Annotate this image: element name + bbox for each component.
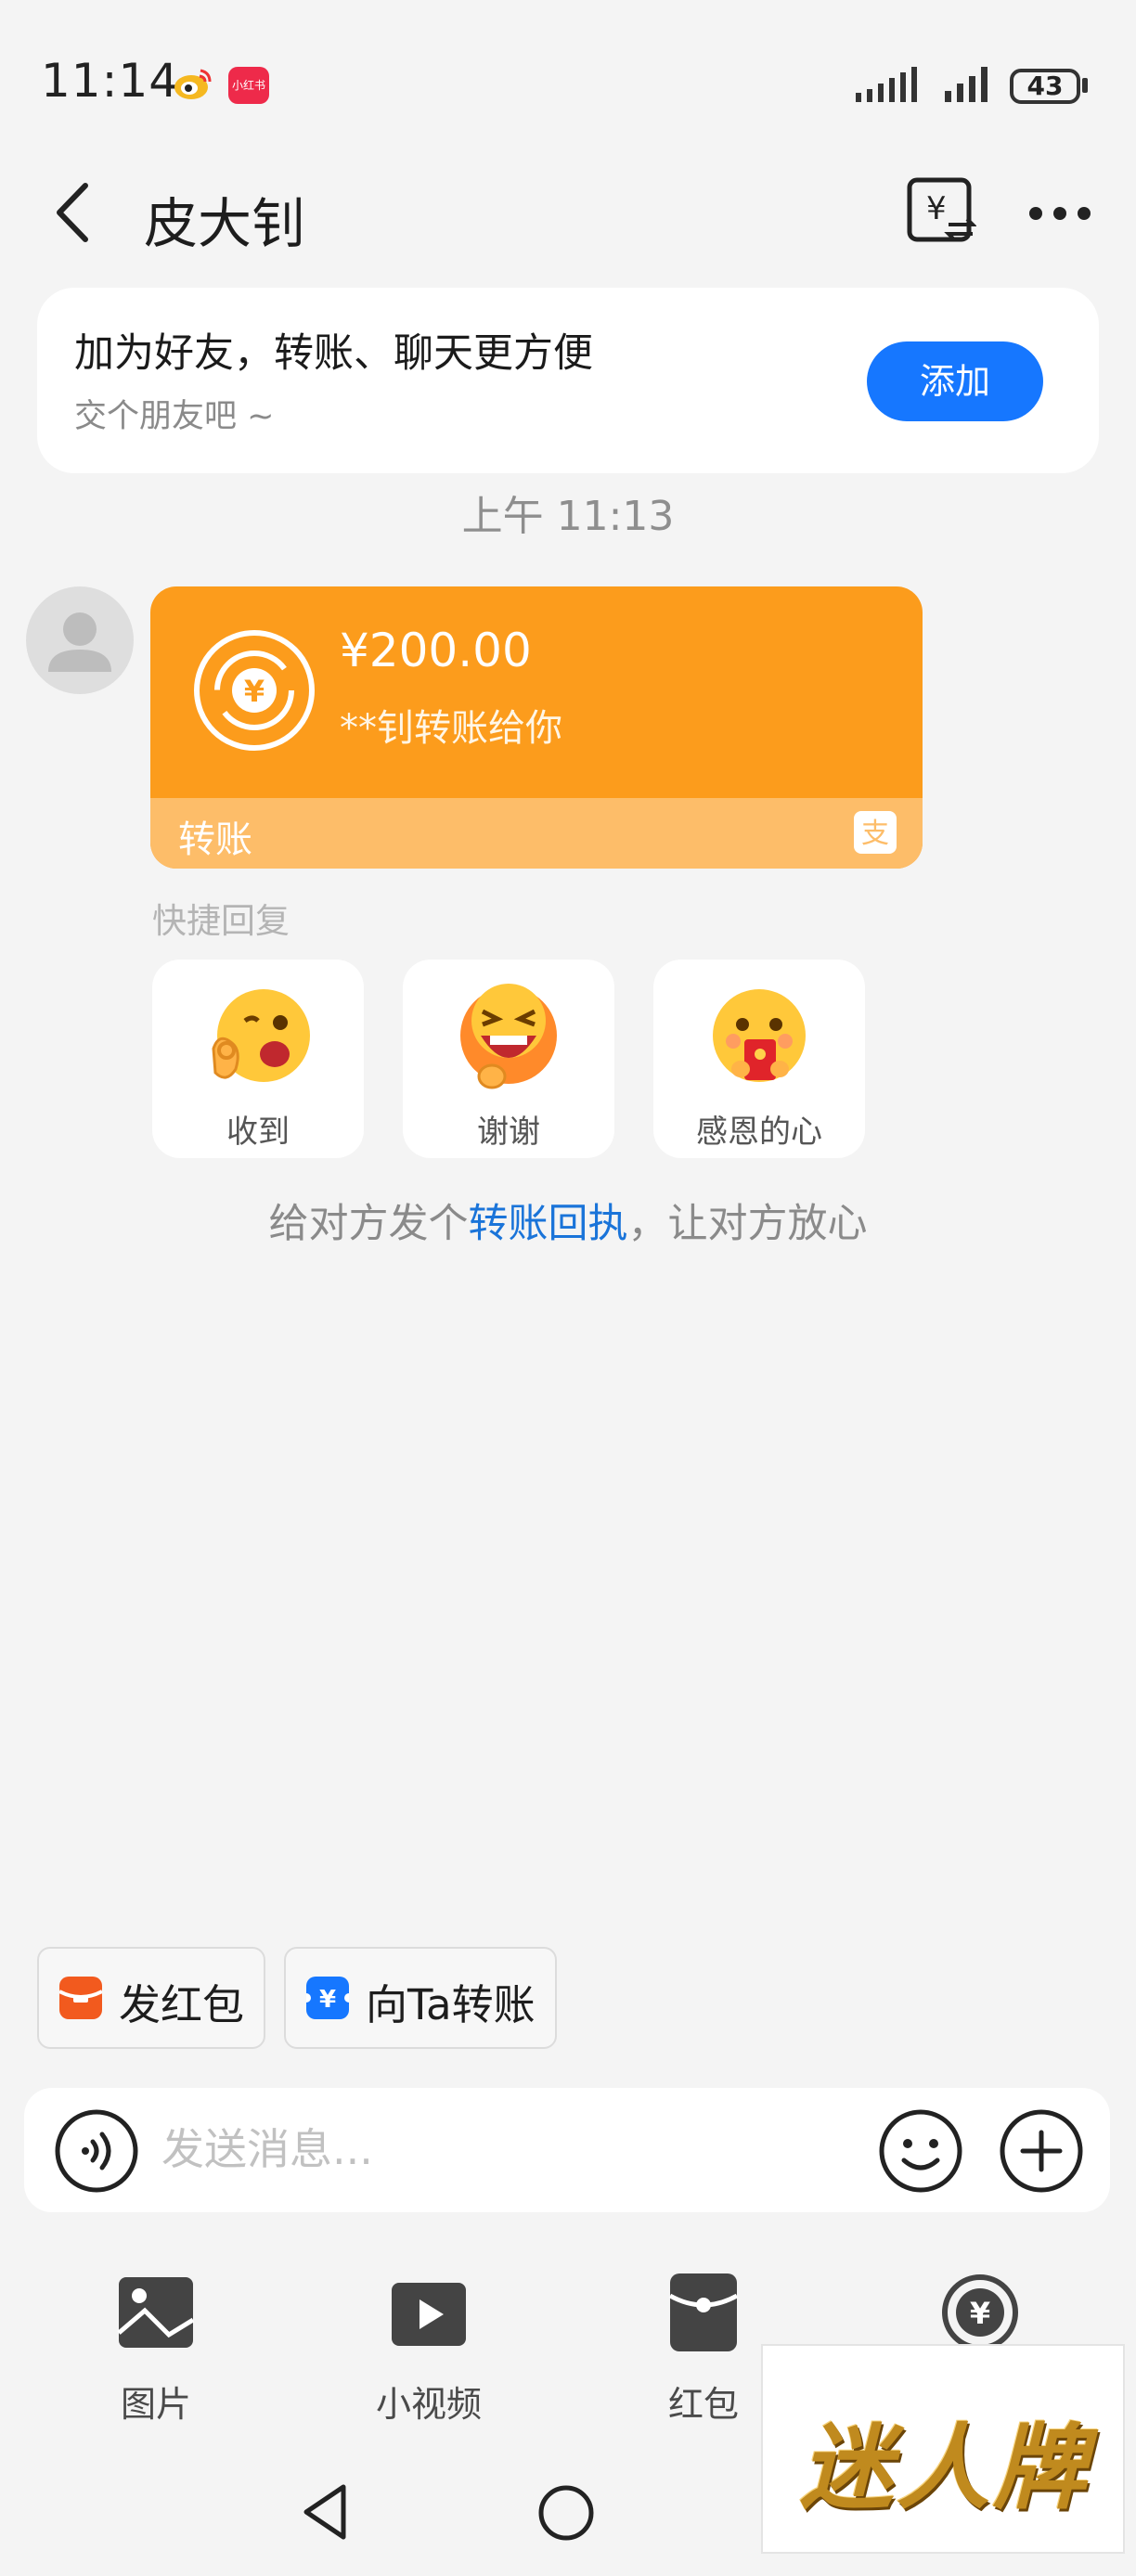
transfer-to-ta-chip[interactable]: ¥ 向Ta转账 (284, 1947, 557, 2049)
red-packet-icon (59, 1977, 102, 2019)
receipt-hint: 给对方发个转账回执，让对方放心 (0, 1191, 1136, 1249)
red-envelope-emoji-icon (713, 989, 806, 1082)
send-red-packet-chip[interactable]: 发红包 (37, 1947, 265, 2049)
transfer-amount: ¥200.00 (340, 624, 532, 677)
xiaohongshu-icon: 小红书 (228, 67, 269, 104)
tool-image[interactable]: 图片 (72, 2273, 239, 2427)
red-envelope-icon (668, 2273, 739, 2351)
alipay-icon: 支 (854, 811, 897, 854)
transfer-message-card[interactable]: ¥ ¥200.00 **钊转账给你 转账 支 (150, 586, 923, 869)
message-timestamp: 上午 11:13 (461, 493, 675, 540)
weibo-icon (174, 69, 212, 99)
watermark-text: 迷人牌 (800, 2413, 1090, 2522)
transfer-label: 转账 (178, 818, 252, 861)
transfer-to-ta-label: 向Ta转账 (366, 1980, 536, 2029)
receipt-link[interactable]: 转账回执 (469, 1201, 628, 1247)
avatar[interactable] (26, 586, 134, 694)
battery-indicator: 43 (1010, 69, 1080, 104)
add-friend-button[interactable]: 添加 (867, 341, 1043, 421)
watermark: 迷人牌 (761, 2344, 1125, 2554)
plus-icon[interactable] (997, 2106, 1086, 2196)
svg-text:¥: ¥ (926, 190, 947, 227)
voice-icon[interactable] (52, 2106, 141, 2196)
add-friend-title: 加为好友，转账、聊天更方便 (74, 330, 593, 377)
receipt-hint-suffix: ，让对方放心 (627, 1201, 868, 1247)
nav-back-icon[interactable] (297, 2479, 353, 2544)
quick-reply-title: 快捷回复 (152, 901, 290, 941)
transfer-card-footer (150, 798, 923, 869)
yuan-exchange-icon[interactable]: ¥ (906, 176, 976, 247)
svg-text:¥: ¥ (244, 674, 265, 709)
add-friend-subtitle: 交个朋友吧 ~ (74, 398, 275, 435)
quick-reply-option[interactable]: 谢谢 (403, 960, 614, 1158)
message-input[interactable] (161, 2114, 867, 2184)
receipt-hint-prefix: 给对方发个 (268, 1201, 469, 1247)
chat-title: 皮大钊 (144, 192, 306, 255)
battery-tip (1082, 78, 1088, 93)
send-red-packet-label: 发红包 (119, 1980, 245, 2029)
message-input-bar (24, 2088, 1110, 2212)
transfer-yuan-icon: ¥ (306, 1977, 349, 2019)
quick-reply-label: 感恩的心 (696, 1114, 822, 1151)
laughing-emoji-icon (460, 984, 557, 1089)
video-icon (392, 2283, 466, 2346)
svg-text:支: 支 (861, 818, 889, 850)
signal-strength-2-icon (945, 67, 988, 102)
ok-hand-emoji-icon (212, 989, 310, 1082)
user-silhouette-icon (48, 612, 111, 672)
svg-text:¥: ¥ (970, 2296, 990, 2331)
transfer-icon: ¥ (942, 2274, 1018, 2351)
more-horizontal-icon[interactable] (1026, 195, 1093, 232)
transfer-description: **钊转账给你 (340, 707, 562, 750)
quick-reply-option[interactable]: 感恩的心 (653, 960, 865, 1158)
image-icon (117, 2277, 195, 2348)
nav-home-icon[interactable] (536, 2483, 596, 2543)
svg-text:¥: ¥ (319, 1986, 336, 2014)
tool-image-label: 图片 (120, 2384, 191, 2425)
quick-reply-label: 谢谢 (477, 1114, 540, 1151)
signal-strength-icon (856, 67, 917, 102)
transfer-coin-icon: ¥ (194, 630, 315, 751)
quick-reply-label: 收到 (226, 1114, 290, 1151)
emoji-icon[interactable] (876, 2106, 965, 2196)
chevron-left-icon[interactable] (52, 180, 98, 245)
tool-video-label: 小视频 (375, 2384, 482, 2425)
tool-video[interactable]: 小视频 (345, 2273, 512, 2427)
status-time: 11:14 (41, 54, 180, 108)
quick-reply-option[interactable]: 收到 (152, 960, 364, 1158)
